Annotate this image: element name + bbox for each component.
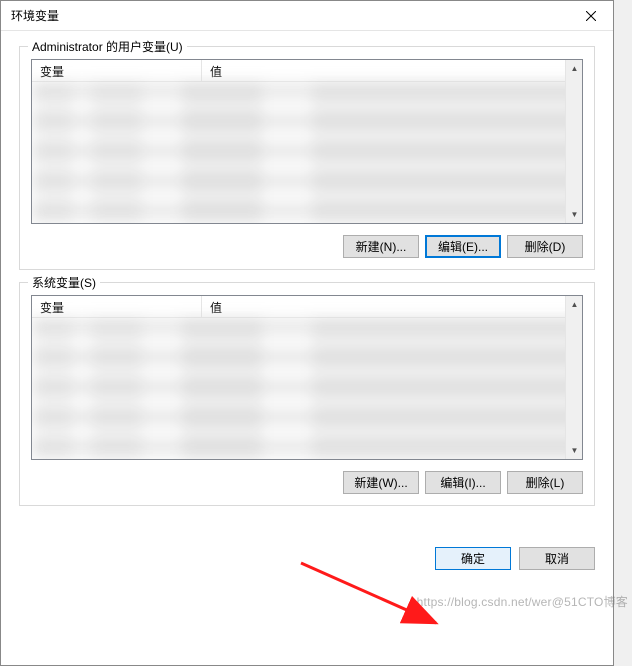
dialog-action-buttons: 确定 取消 [1, 547, 613, 570]
system-vars-scrollbar[interactable]: ▲ ▼ [565, 296, 582, 459]
system-vars-group: 系统变量(S) 变量 值 ▲ ▼ 新建(W)... 编辑(I)... 删除(L) [19, 282, 595, 506]
user-vars-header[interactable]: 变量 值 [32, 60, 582, 82]
system-vars-list[interactable]: 变量 值 ▲ ▼ [31, 295, 583, 460]
user-vars-list[interactable]: 变量 值 ▲ ▼ [31, 59, 583, 224]
user-new-button[interactable]: 新建(N)... [343, 235, 419, 258]
system-vars-header[interactable]: 变量 值 [32, 296, 582, 318]
column-value[interactable]: 值 [202, 60, 582, 81]
scroll-up-icon[interactable]: ▲ [566, 296, 583, 313]
user-edit-button[interactable]: 编辑(E)... [425, 235, 501, 258]
system-vars-buttons: 新建(W)... 编辑(I)... 删除(L) [31, 471, 583, 494]
user-vars-group: Administrator 的用户变量(U) 变量 值 ▲ ▼ 新建(N)...… [19, 46, 595, 270]
titlebar[interactable]: 环境变量 [1, 1, 613, 31]
user-vars-rows[interactable] [32, 82, 582, 224]
column-variable[interactable]: 变量 [32, 296, 202, 317]
system-vars-legend: 系统变量(S) [28, 274, 100, 291]
user-delete-button[interactable]: 删除(D) [507, 235, 583, 258]
scroll-down-icon[interactable]: ▼ [566, 206, 583, 223]
system-edit-button[interactable]: 编辑(I)... [425, 471, 501, 494]
env-vars-dialog: 环境变量 Administrator 的用户变量(U) 变量 值 ▲ ▼ 新建(… [0, 0, 614, 666]
cancel-button[interactable]: 取消 [519, 547, 595, 570]
ok-button[interactable]: 确定 [435, 547, 511, 570]
user-vars-buttons: 新建(N)... 编辑(E)... 删除(D) [31, 235, 583, 258]
scroll-down-icon[interactable]: ▼ [566, 442, 583, 459]
system-delete-button[interactable]: 删除(L) [507, 471, 583, 494]
user-vars-legend: Administrator 的用户变量(U) [28, 38, 187, 55]
system-vars-rows[interactable] [32, 318, 582, 460]
user-vars-scrollbar[interactable]: ▲ ▼ [565, 60, 582, 223]
scroll-up-icon[interactable]: ▲ [566, 60, 583, 77]
column-variable[interactable]: 变量 [32, 60, 202, 81]
close-icon [586, 11, 596, 21]
column-value[interactable]: 值 [202, 296, 582, 317]
system-new-button[interactable]: 新建(W)... [343, 471, 419, 494]
close-button[interactable] [569, 1, 613, 31]
dialog-title: 环境变量 [11, 7, 59, 24]
dialog-content: Administrator 的用户变量(U) 变量 值 ▲ ▼ 新建(N)...… [1, 31, 613, 536]
